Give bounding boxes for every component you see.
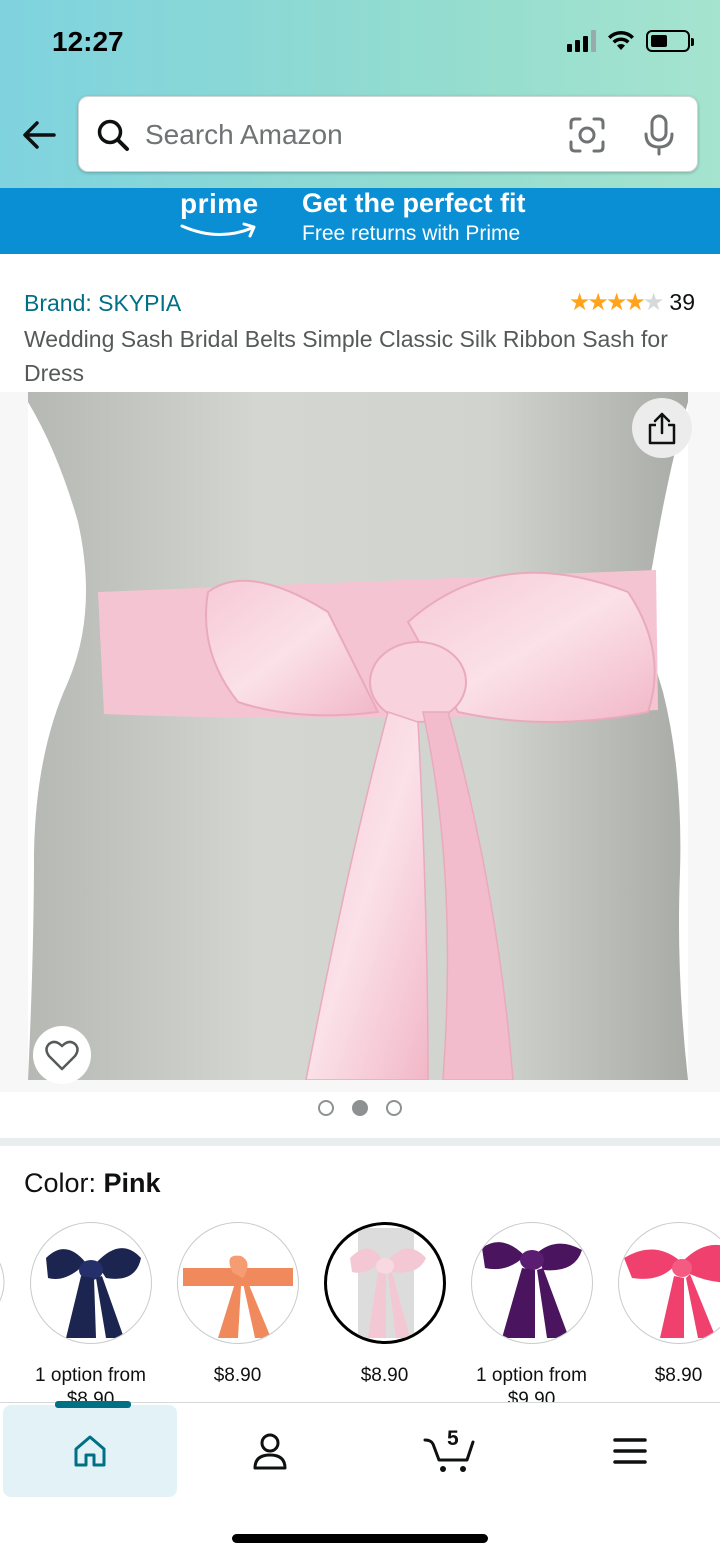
share-button[interactable] xyxy=(632,398,692,458)
swatch-price: $8.90 xyxy=(360,1365,409,1386)
cellular-signal-icon xyxy=(567,30,596,52)
search-input[interactable] xyxy=(145,115,545,155)
prime-logo-text: prime xyxy=(180,188,259,219)
pink-sash-thumbnail xyxy=(349,1228,426,1338)
previous-swatch-edge xyxy=(0,1262,5,1302)
product-title: Wedding Sash Bridal Belts Simple Classic… xyxy=(24,326,668,386)
swatch-image xyxy=(323,1222,446,1344)
cart-count: 5 xyxy=(447,1427,459,1450)
swatch-image xyxy=(29,1222,152,1344)
prime-subtitle: Free returns with Prime xyxy=(302,222,521,245)
color-swatches[interactable]: 1 option from $8.90 $8.90 $8.90 1 option… xyxy=(0,1222,720,1402)
nav-menu[interactable] xyxy=(543,1405,717,1497)
swatch-pink[interactable]: $8.90 xyxy=(311,1222,458,1388)
user-icon xyxy=(253,1433,287,1470)
swatch-price: 1 option from $8.90 xyxy=(35,1365,146,1402)
carousel-dot[interactable] xyxy=(386,1100,402,1116)
swatch-price: $8.90 xyxy=(213,1365,262,1386)
color-label-prefix: Color: xyxy=(24,1168,104,1198)
section-divider xyxy=(0,1138,720,1146)
swatch-image xyxy=(176,1222,299,1344)
swatch-image xyxy=(617,1222,720,1344)
battery-icon xyxy=(646,30,694,52)
brand-link[interactable]: Brand: SKYPIA xyxy=(24,290,181,317)
camera-lens-icon[interactable] xyxy=(567,115,607,155)
swatch-purple[interactable]: 1 option from $9.90 xyxy=(458,1222,605,1402)
nav-active-indicator xyxy=(55,1401,131,1408)
header: 12:27 xyxy=(0,0,720,188)
wifi-icon xyxy=(608,30,634,50)
swatch-hot-pink[interactable]: $8.90 xyxy=(605,1222,720,1388)
nav-home[interactable] xyxy=(3,1401,177,1497)
color-label: Color: Pink xyxy=(24,1168,161,1199)
product-image-carousel[interactable] xyxy=(0,392,720,1092)
microphone-icon[interactable] xyxy=(641,113,677,157)
swatch-price: 1 option from $9.90 xyxy=(476,1365,587,1402)
wishlist-button[interactable] xyxy=(33,1026,91,1084)
search-icon xyxy=(97,119,129,151)
orange-sash-thumbnail xyxy=(182,1255,293,1338)
selected-color: Pink xyxy=(103,1168,161,1198)
share-icon xyxy=(648,412,676,445)
prime-smile-icon xyxy=(180,222,256,238)
carousel-dot[interactable] xyxy=(318,1100,334,1116)
product-image[interactable] xyxy=(28,392,688,1080)
heart-icon xyxy=(45,1040,79,1071)
back-arrow-icon[interactable] xyxy=(20,116,58,154)
star-rating-icon: ★★★★★ xyxy=(568,289,665,316)
swatch-navy[interactable]: 1 option from $8.90 xyxy=(17,1222,164,1402)
hamburger-menu-icon xyxy=(613,1438,647,1464)
swatch-price: $8.90 xyxy=(654,1365,703,1386)
carousel-dot-active[interactable] xyxy=(352,1100,368,1116)
prime-logo: prime xyxy=(180,188,260,248)
home-icon xyxy=(74,1435,106,1467)
prime-banner[interactable]: prime Get the perfect fit Free returns w… xyxy=(0,188,720,254)
swatch-orange[interactable]: $8.90 xyxy=(164,1222,311,1388)
rating[interactable]: ★★★★★ 39 xyxy=(569,288,695,317)
status-time: 12:27 xyxy=(52,26,124,57)
prime-title: Get the perfect fit xyxy=(302,188,526,218)
home-indicator[interactable] xyxy=(232,1534,488,1543)
nav-cart[interactable]: 5 xyxy=(363,1405,537,1497)
nav-account[interactable] xyxy=(183,1405,357,1497)
status-icons xyxy=(567,30,694,52)
rating-count: 39 xyxy=(669,289,695,315)
carousel-dots xyxy=(0,1100,720,1116)
hot-pink-sash-thumbnail xyxy=(623,1244,720,1338)
navy-sash-thumbnail xyxy=(45,1248,141,1338)
search-bar[interactable] xyxy=(78,96,698,172)
swatch-image xyxy=(470,1222,593,1344)
purple-sash-thumbnail xyxy=(481,1242,582,1338)
